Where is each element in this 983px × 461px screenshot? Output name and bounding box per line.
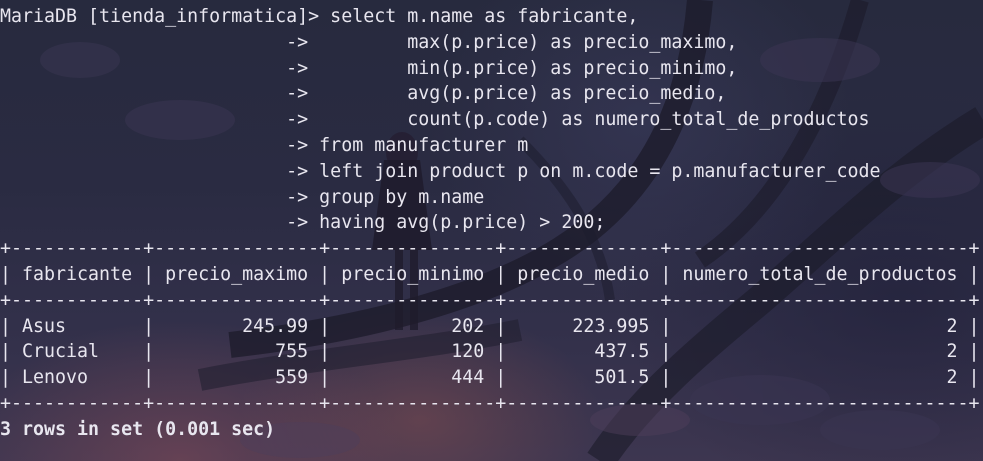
table-header-row: | fabricante | precio_maximo | precio_mi…: [0, 263, 980, 285]
terminal-output[interactable]: MariaDB [tienda_informatica]> select m.n…: [0, 4, 980, 443]
query-line: -> from manufacturer m: [0, 134, 529, 156]
table-row: | Asus | 245.99 | 202 | 223.995 | 2 |: [0, 315, 980, 337]
table-row: | Crucial | 755 | 120 | 437.5 | 2 |: [0, 341, 980, 363]
query-line: -> left join product p on m.code = p.man…: [0, 160, 881, 182]
result-summary: 3 rows in set (0.001 sec): [0, 418, 276, 440]
query-line: MariaDB [tienda_informatica]> select m.n…: [0, 6, 639, 27]
query-line: -> group by m.name: [0, 186, 485, 208]
table-border: +------------+---------------+----------…: [0, 238, 980, 260]
query-line: -> max(p.price) as precio_maximo,: [0, 31, 738, 53]
query-line: -> having avg(p.price) > 200;: [0, 212, 606, 234]
query-line: -> count(p.code) as numero_total_de_prod…: [0, 109, 870, 131]
query-line: -> min(p.price) as precio_minimo,: [0, 57, 738, 79]
table-row: | Lenovo | 559 | 444 | 501.5 | 2 |: [0, 367, 980, 389]
table-border: +------------+---------------+----------…: [0, 289, 980, 311]
query-line: -> avg(p.price) as precio_medio,: [0, 83, 727, 105]
table-border: +------------+---------------+----------…: [0, 392, 980, 414]
